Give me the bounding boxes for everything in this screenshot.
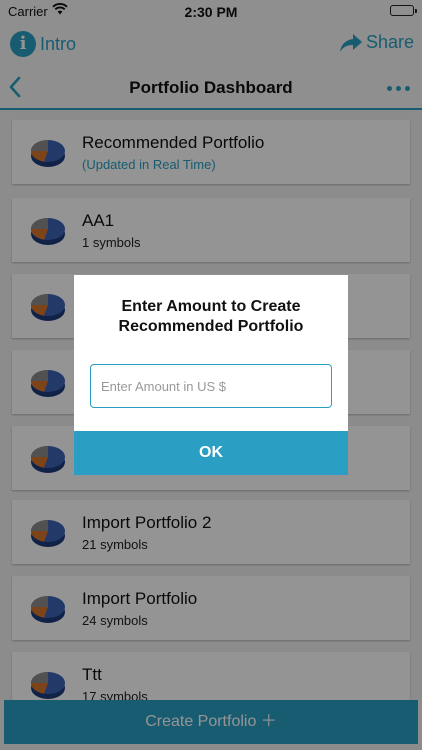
dialog-title: Enter Amount to Create Recommended Portf… [74,297,348,337]
dialog-title-line-2: Recommended Portfolio [118,318,304,335]
ok-button[interactable]: OK [74,431,348,475]
amount-input[interactable] [90,364,332,408]
amount-dialog: Enter Amount to Create Recommended Portf… [74,275,348,475]
dialog-title-line-1: Enter Amount to Create [121,298,301,315]
